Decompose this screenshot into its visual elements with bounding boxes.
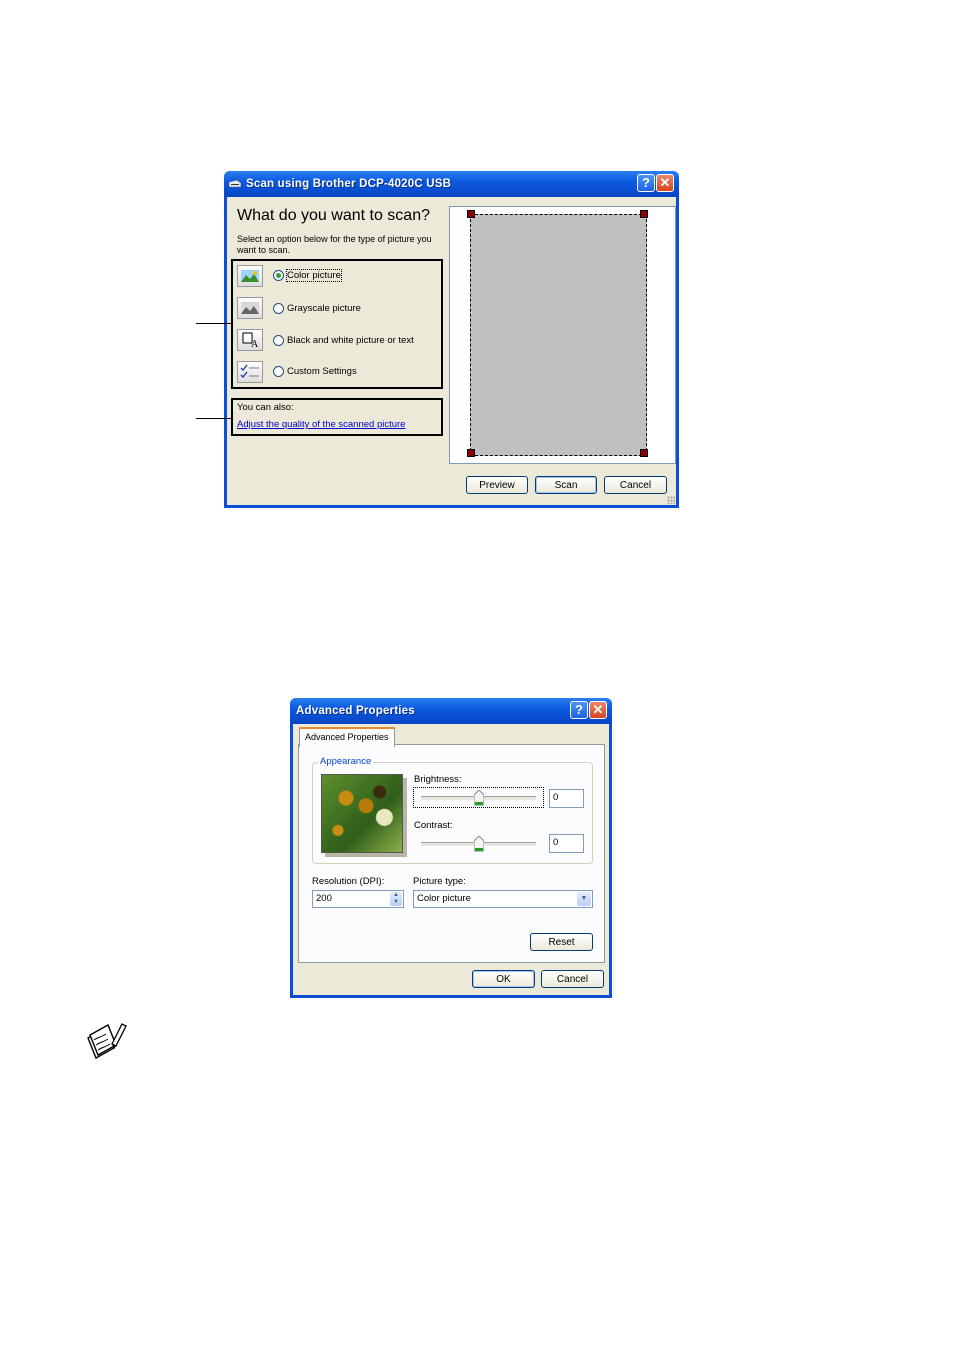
options-callout-line: [196, 323, 232, 324]
preview-pane: [449, 206, 676, 464]
scan-button-label: Scan: [554, 480, 578, 491]
crop-handle-top-left[interactable]: [467, 210, 475, 218]
brightness-value-input[interactable]: 0: [549, 789, 584, 808]
reset-button-label: Reset: [548, 937, 575, 948]
tab-advanced-properties[interactable]: Advanced Properties: [299, 727, 395, 747]
sample-image-preview: [321, 774, 403, 853]
appearance-group-label: Appearance: [318, 756, 374, 767]
tab-panel: Appearance Brightness: 0 Contrast: 0 Res…: [298, 744, 605, 963]
advanced-dialog-titlebar[interactable]: Advanced Properties ? ✕: [290, 698, 612, 724]
crop-handle-bottom-left[interactable]: [467, 449, 475, 457]
scan-cancel-button-label: Cancel: [619, 480, 652, 491]
help-button[interactable]: ?: [637, 174, 655, 192]
scan-cancel-button[interactable]: Cancel: [604, 476, 667, 494]
chevron-down-icon: ▼: [580, 895, 588, 902]
also-callout-box: [231, 398, 443, 436]
close-button[interactable]: ✕: [656, 174, 674, 192]
resolution-spinner[interactable]: ▲ ▼: [390, 892, 402, 906]
crop-handle-bottom-right[interactable]: [640, 449, 648, 457]
preview-button[interactable]: Preview: [466, 476, 528, 494]
also-callout-line: [196, 418, 232, 419]
resize-grip[interactable]: [667, 496, 675, 504]
preview-button-label: Preview: [479, 480, 515, 491]
scan-dialog-titlebar[interactable]: Scan using Brother DCP-4020C USB ? ✕: [224, 171, 679, 197]
contrast-value-input[interactable]: 0: [549, 834, 584, 853]
picture-type-label: Picture type:: [413, 876, 466, 887]
close-icon: ✕: [659, 175, 671, 190]
close-icon: ✕: [592, 702, 604, 717]
options-callout-box: [231, 259, 443, 389]
contrast-slider-thumb[interactable]: [473, 836, 484, 852]
ok-button[interactable]: OK: [472, 970, 535, 988]
scan-dialog-title: Scan using Brother DCP-4020C USB: [246, 178, 452, 190]
scan-button[interactable]: Scan: [535, 476, 597, 494]
brightness-slider[interactable]: [413, 787, 544, 808]
dropdown-button[interactable]: ▼: [577, 892, 591, 906]
advanced-dialog-title: Advanced Properties: [296, 705, 415, 717]
advanced-cancel-button-label: Cancel: [556, 974, 589, 985]
help-icon: ?: [575, 702, 583, 717]
brightness-slider-thumb[interactable]: [473, 790, 484, 806]
crop-handle-top-right[interactable]: [640, 210, 648, 218]
spin-up-icon[interactable]: ▲: [393, 892, 399, 898]
brightness-label: Brightness:: [414, 774, 462, 785]
advanced-dialog-body: Advanced Properties Appearance Brightnes…: [293, 724, 609, 995]
note-pencil-icon: [87, 1023, 127, 1059]
reset-button[interactable]: Reset: [530, 933, 593, 951]
advanced-close-button[interactable]: ✕: [589, 701, 607, 719]
tab-label: Advanced Properties: [305, 732, 389, 742]
scan-area-preview[interactable]: [470, 214, 647, 456]
picture-type-value: Color picture: [417, 893, 471, 904]
advanced-cancel-button[interactable]: Cancel: [541, 970, 604, 988]
scan-instructions: Select an option below for the type of p…: [237, 234, 432, 255]
advanced-help-button[interactable]: ?: [570, 701, 588, 719]
resolution-value: 200: [316, 893, 332, 904]
spin-down-icon[interactable]: ▼: [393, 899, 399, 905]
help-icon: ?: [642, 175, 650, 190]
contrast-label: Contrast:: [414, 820, 453, 831]
scanner-icon: [229, 179, 241, 188]
resolution-label: Resolution (DPI):: [312, 876, 385, 887]
resolution-input[interactable]: 200 ▲ ▼: [312, 890, 404, 908]
ok-button-label: OK: [496, 974, 511, 985]
advanced-properties-dialog: Advanced Properties ? ✕ Advanced Propert…: [290, 698, 612, 998]
contrast-slider[interactable]: [414, 834, 543, 853]
scan-heading: What do you want to scan?: [237, 207, 430, 224]
picture-type-select[interactable]: Color picture ▼: [413, 890, 593, 908]
appearance-group: Appearance Brightness: 0 Contrast: 0: [312, 756, 593, 864]
